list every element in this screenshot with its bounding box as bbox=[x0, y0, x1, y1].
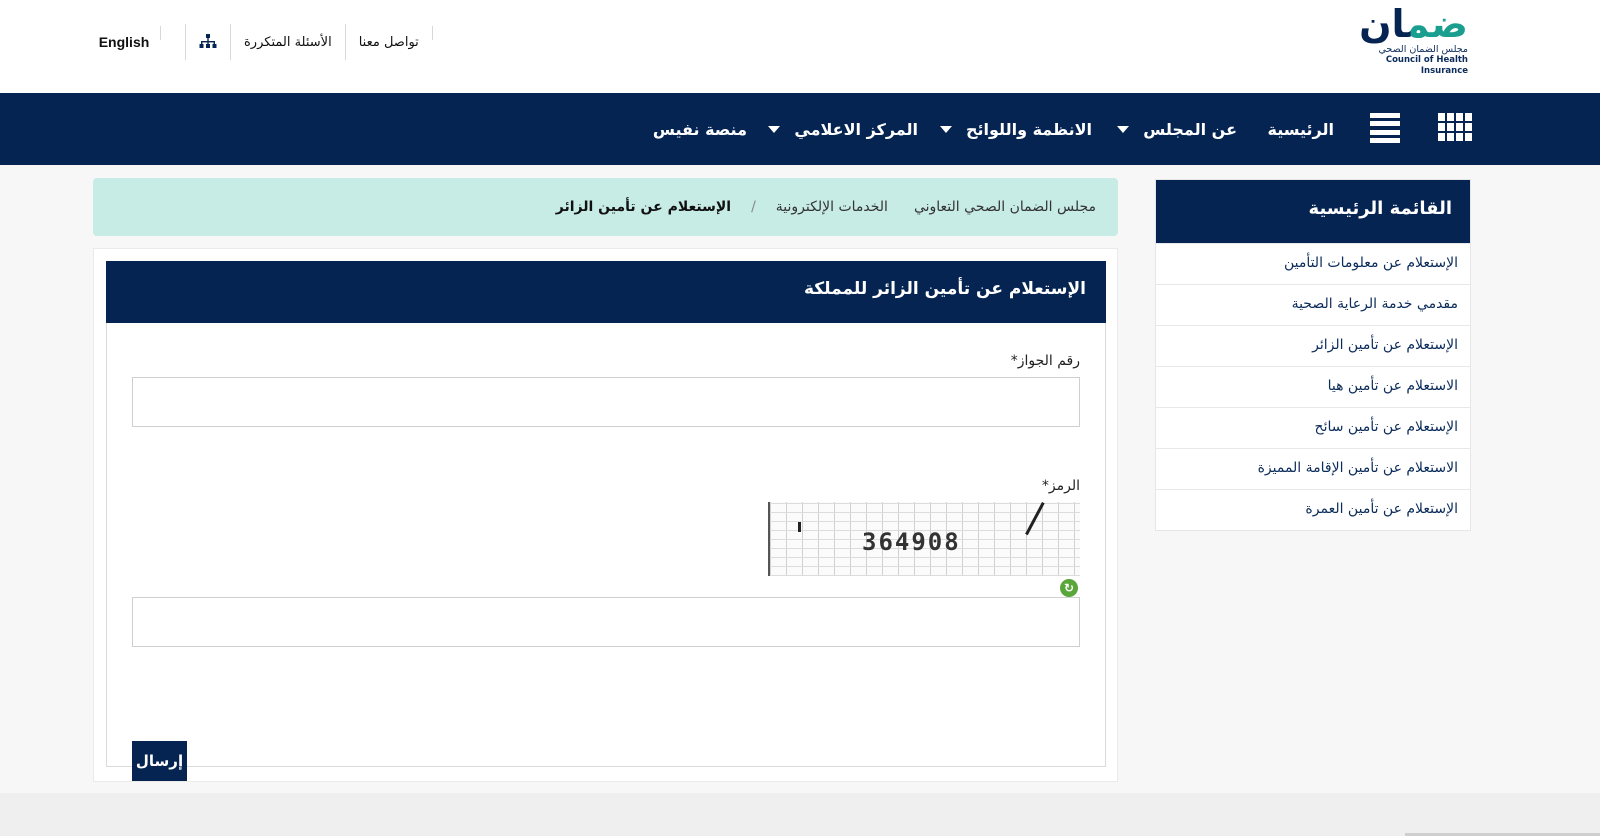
breadcrumb-separator: / bbox=[751, 199, 756, 215]
breadcrumb-home[interactable]: مجلس الضمان الصحي التعاوني bbox=[914, 199, 1096, 215]
hamburger-icon[interactable] bbox=[1370, 113, 1400, 143]
chevron-down-icon bbox=[939, 125, 952, 133]
sidebar-item-insurance-info[interactable]: الإستعلام عن معلومات التأمين bbox=[1156, 243, 1470, 284]
grid-icon[interactable] bbox=[1438, 113, 1472, 143]
contact-link[interactable]: تواصل معنا bbox=[346, 35, 432, 50]
nav-item-label: منصة نفيس bbox=[652, 119, 747, 139]
nav-item-label: عن المجلس bbox=[1143, 119, 1237, 139]
sitemap-link[interactable] bbox=[186, 24, 230, 60]
passport-label: رقم الجواز* bbox=[1010, 353, 1080, 369]
breadcrumb: مجلس الضمان الصحي التعاوني الخدمات الإلك… bbox=[93, 178, 1118, 236]
nav-item-about[interactable]: عن المجلس bbox=[1117, 117, 1237, 141]
faq-link[interactable]: الأسئلة المتكررة bbox=[231, 35, 345, 50]
form-title: الإستعلام عن تأمين الزائر للمملكة bbox=[106, 261, 1106, 323]
sidebar-item-umrah-insurance[interactable]: الإستعلام عن تأمين العمرة bbox=[1156, 489, 1470, 530]
nav-item-label: الانظمة واللوائح bbox=[965, 119, 1092, 139]
captcha-code: 364908 bbox=[862, 528, 961, 556]
language-switch-link[interactable]: English bbox=[88, 34, 160, 50]
captcha-label: الرمز* bbox=[1041, 478, 1080, 494]
sidebar-title: القائمة الرئيسية bbox=[1156, 180, 1470, 243]
nav-item-label: الرئيسية bbox=[1267, 119, 1335, 139]
breadcrumb-eservices[interactable]: الخدمات الإلكترونية bbox=[776, 199, 888, 215]
nav-item-media-center[interactable]: المركز الاعلامي bbox=[768, 117, 918, 141]
sidebar-item-tourist-insurance[interactable]: الإستعلام عن تأمين سائح bbox=[1156, 407, 1470, 448]
passport-number-input[interactable] bbox=[132, 377, 1080, 427]
council-logo[interactable]: ضمان مجلس الضمان الصحي Council of Health… bbox=[1340, 4, 1468, 76]
nav-item-nafees[interactable]: منصة نفيس bbox=[653, 117, 747, 141]
nav-item-home[interactable]: الرئيسية bbox=[1268, 117, 1335, 141]
divider bbox=[431, 26, 433, 40]
sitemap-icon bbox=[199, 34, 217, 48]
refresh-icon[interactable]: ↻ bbox=[1060, 579, 1078, 597]
chevron-down-icon bbox=[1117, 125, 1130, 133]
breadcrumb-current: الإستعلام عن تأمين الزائر bbox=[555, 199, 732, 215]
captcha-input[interactable] bbox=[132, 597, 1080, 647]
sidebar-item-premium-residency[interactable]: الاستعلام عن تأمين الإقامة المميزة bbox=[1156, 448, 1470, 489]
nav-item-label: المركز الاعلامي bbox=[794, 119, 918, 139]
divider bbox=[160, 26, 161, 40]
sidebar-item-visitor-insurance[interactable]: الإستعلام عن تأمين الزائر bbox=[1156, 325, 1470, 366]
nav-item-regulations[interactable]: الانظمة واللوائح bbox=[939, 117, 1092, 141]
submit-button[interactable]: إرسال bbox=[132, 741, 187, 781]
main-navbar: الرئيسية عن المجلس الانظمة واللوائح المر… bbox=[0, 93, 1600, 165]
logo-english-name: Council of Health Insurance bbox=[1385, 55, 1468, 76]
sidebar-menu: القائمة الرئيسية الإستعلام عن معلومات ال… bbox=[1155, 179, 1471, 531]
footer-band bbox=[0, 793, 1600, 836]
top-links: English الأسئلة المتكررة تواصل معنا bbox=[88, 22, 433, 62]
sidebar-item-providers[interactable]: مقدمي خدمة الرعاية الصحية bbox=[1156, 284, 1470, 325]
logo-wordmark: ضمان bbox=[1340, 4, 1468, 44]
top-header: ضمان مجلس الضمان الصحي Council of Health… bbox=[0, 0, 1600, 93]
captcha-image: 364908 bbox=[768, 502, 1080, 576]
chevron-down-icon bbox=[768, 125, 781, 133]
sidebar-item-hayya-insurance[interactable]: الاستعلام عن تأمين هيا bbox=[1156, 366, 1470, 407]
